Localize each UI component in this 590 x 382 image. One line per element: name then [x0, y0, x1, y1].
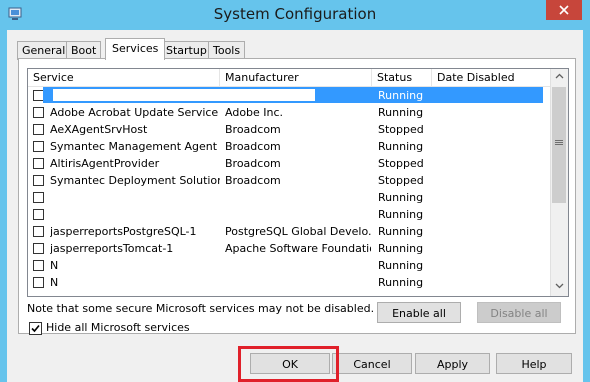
column-header-service[interactable]: Service — [28, 69, 220, 86]
service-manufacturer: Apache Software Foundation — [225, 242, 371, 255]
help-button[interactable]: Help — [496, 353, 572, 374]
hide-microsoft-services-label: Hide all Microsoft services — [46, 321, 190, 334]
service-status: Stopped — [378, 123, 424, 136]
service-status: Running — [378, 106, 424, 119]
service-name: N — [50, 276, 59, 289]
service-manufacturer: PostgreSQL Global Develo... — [225, 225, 371, 238]
redacted-name — [53, 89, 315, 101]
service-manufacturer: Broadcom — [225, 123, 281, 136]
table-row[interactable]: Running — [28, 87, 550, 104]
checkmark-icon — [31, 324, 40, 333]
service-status: Running — [378, 276, 424, 289]
table-row[interactable]: Running — [28, 206, 550, 223]
hide-microsoft-services-checkbox[interactable] — [29, 322, 42, 335]
scrollbar-thumb[interactable] — [552, 87, 566, 203]
column-header-date-disabled[interactable]: Date Disabled — [432, 69, 550, 86]
service-checkbox[interactable] — [33, 175, 44, 186]
service-checkbox[interactable] — [33, 141, 44, 152]
window-title: System Configuration — [213, 5, 377, 23]
close-icon — [559, 5, 569, 15]
scroll-up-button[interactable] — [551, 69, 568, 86]
service-status: Running — [378, 140, 424, 153]
service-status: Running — [378, 259, 424, 272]
service-status: Stopped — [378, 174, 424, 187]
vertical-scrollbar[interactable] — [550, 69, 568, 296]
table-row[interactable]: jasperreportsPostgreSQL-1 PostgreSQL Glo… — [28, 223, 550, 240]
cancel-button[interactable]: Cancel — [332, 353, 412, 374]
service-status: Running — [378, 242, 424, 255]
service-name: N — [50, 259, 59, 272]
service-name: jasperreportsTomcat-1 — [50, 242, 174, 255]
close-button[interactable] — [546, 0, 582, 20]
service-name: jasperreportsPostgreSQL-1 — [50, 225, 197, 238]
table-row[interactable]: AeXAgentSrvHost Broadcom Stopped — [28, 121, 550, 138]
service-manufacturer: Broadcom — [225, 174, 281, 187]
scrollbar-grip-icon — [555, 140, 563, 145]
apply-button[interactable]: Apply — [415, 353, 490, 374]
service-status: Running — [378, 191, 424, 204]
service-checkbox[interactable] — [33, 107, 44, 118]
service-name: AeXAgentSrvHost — [50, 123, 148, 136]
list-header: Service Manufacturer Status Date Disable… — [28, 69, 550, 87]
table-row[interactable]: AltirisAgentProvider Broadcom Stopped — [28, 155, 550, 172]
service-status: Running — [378, 208, 424, 221]
ok-button-highlight — [238, 346, 339, 382]
table-row[interactable]: Symantec Deployment Solution -... Broadc… — [28, 172, 550, 189]
disable-all-button[interactable]: Disable all — [477, 302, 561, 323]
table-row[interactable]: Running — [28, 189, 550, 206]
service-status: Running — [378, 89, 424, 102]
service-name: Symantec Management Agent — [50, 140, 218, 153]
service-status: Stopped — [378, 157, 424, 170]
table-row[interactable]: jasperreportsTomcat-1 Apache Software Fo… — [28, 240, 550, 257]
table-row[interactable]: N Running — [28, 257, 550, 274]
table-row[interactable]: N Running — [28, 274, 550, 291]
service-status: Running — [378, 225, 424, 238]
service-checkbox[interactable] — [33, 192, 44, 203]
service-name: Adobe Acrobat Update Service — [50, 106, 219, 119]
secure-services-note: Note that some secure Microsoft services… — [27, 302, 375, 315]
service-manufacturer: Broadcom — [225, 140, 281, 153]
service-checkbox[interactable] — [33, 226, 44, 237]
service-name: Symantec Deployment Solution -... — [50, 174, 220, 187]
scroll-down-button[interactable] — [551, 279, 568, 296]
chevron-up-icon — [555, 73, 564, 79]
table-row[interactable]: Adobe Acrobat Update Service Adobe Inc. … — [28, 104, 550, 121]
service-name: AltirisAgentProvider — [50, 157, 160, 170]
service-checkbox[interactable] — [33, 158, 44, 169]
table-row[interactable]: Symantec Management Agent Broadcom Runni… — [28, 138, 550, 155]
dialog-body: General Boot Services Startup Tools Serv… — [7, 30, 583, 382]
column-header-manufacturer[interactable]: Manufacturer — [220, 69, 372, 86]
service-checkbox[interactable] — [33, 277, 44, 288]
service-manufacturer: Broadcom — [225, 157, 281, 170]
chevron-down-icon — [555, 283, 564, 289]
services-panel: Service Manufacturer Status Date Disable… — [18, 58, 576, 334]
column-header-status[interactable]: Status — [372, 69, 432, 86]
services-list[interactable]: Service Manufacturer Status Date Disable… — [27, 68, 569, 297]
service-checkbox[interactable] — [33, 209, 44, 220]
service-checkbox[interactable] — [33, 260, 44, 271]
tab-services[interactable]: Services — [105, 38, 166, 60]
title-bar: System Configuration — [0, 0, 590, 30]
enable-all-button[interactable]: Enable all — [377, 302, 461, 323]
service-checkbox[interactable] — [33, 124, 44, 135]
service-checkbox[interactable] — [33, 243, 44, 254]
service-manufacturer: Adobe Inc. — [225, 106, 284, 119]
